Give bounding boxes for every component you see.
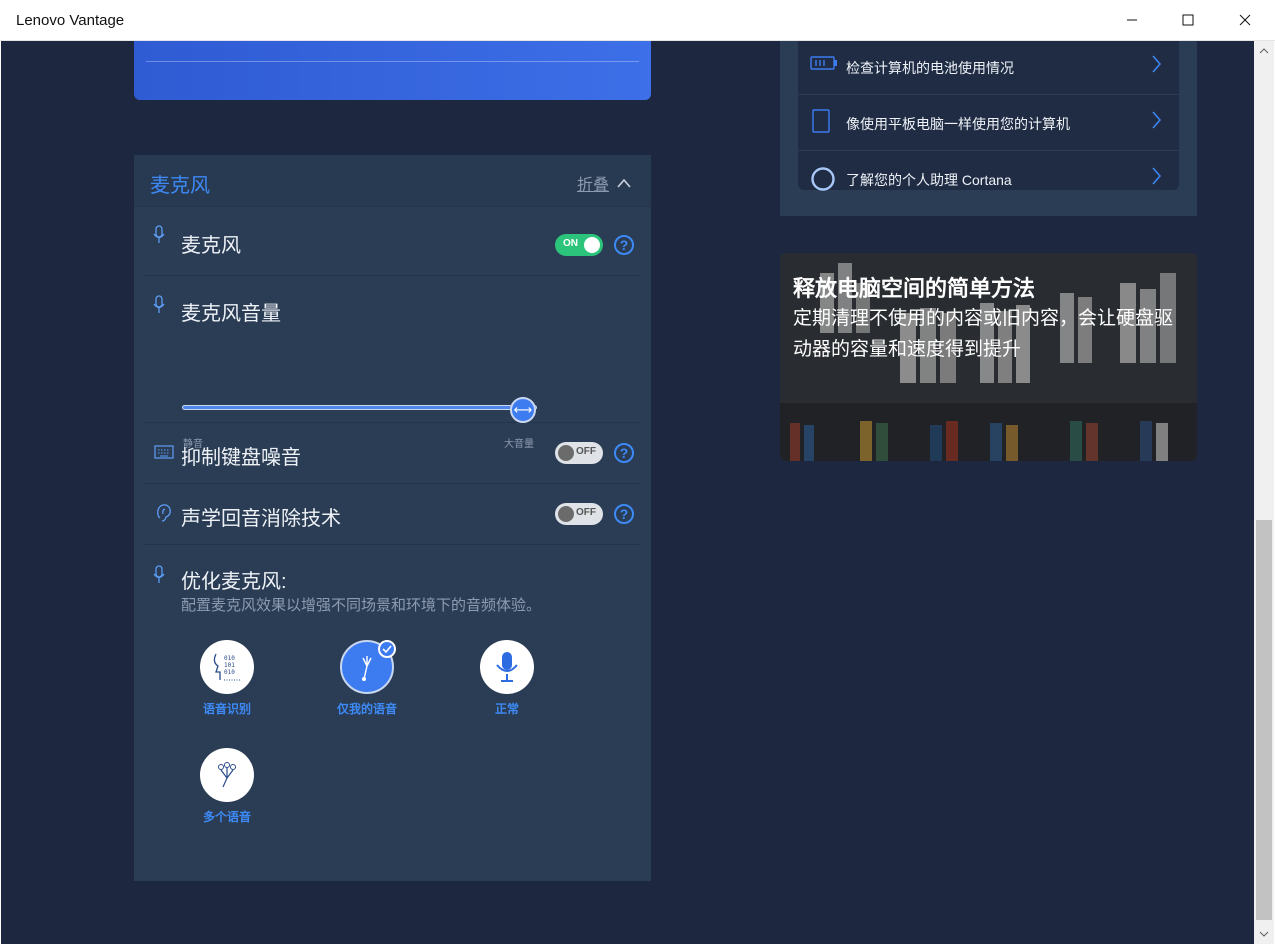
echo-cancel-label: 声学回音消除技术 [181,508,341,530]
close-icon [1239,14,1251,26]
option-label: 多个语音 [202,810,251,824]
quick-links-list: 检查计算机的电池使用情况 像使用平板电脑一样使用您的计算机 了解您的个人助理 C… [798,41,1179,191]
volume-slider-track[interactable] [182,405,537,410]
option-label: 语音识别 [202,702,251,716]
quick-link-cortana[interactable]: 了解您的个人助理 Cortana [798,151,1179,206]
option-label: 正常 [494,702,519,716]
toggle-state: ON [563,238,578,249]
microphone-panel: 麦克风 折叠 麦克风 ON ? 麦克风音量 ⟷ 静音 大音量 抑制键盘噪音 OF… [134,155,651,881]
keyboard-noise-toggle[interactable]: OFF [555,442,603,464]
microphone-icon [153,225,165,243]
cortana-icon [811,167,835,191]
quick-links-panel: 检查计算机的电池使用情况 像使用平板电脑一样使用您的计算机 了解您的个人助理 C… [780,41,1197,216]
keyboard-noise-help-icon[interactable]: ? [614,443,634,463]
option-speech-recognition[interactable]: 010 101 010 语音识别 [182,640,272,717]
window-title: Lenovo Vantage [16,12,125,29]
tablet-icon [812,109,830,133]
audio-summary-card [134,41,651,100]
keyboard-noise-label: 抑制键盘噪音 [181,447,301,469]
close-button[interactable] [1217,0,1273,40]
toggle-state: OFF [576,446,596,457]
quick-link-label: 了解您的个人助理 Cortana [846,172,1012,188]
microphone-panel-header: 麦克风 折叠 [134,155,651,207]
microphone-icon [153,295,165,313]
mic-toggle[interactable]: ON [555,234,603,256]
only-my-voice-icon [340,640,396,694]
option-normal[interactable]: 正常 [462,640,552,717]
mic-row: 麦克风 ON ? [144,207,641,276]
quick-link-battery[interactable]: 检查计算机的电池使用情况 [798,41,1179,95]
toggle-state: OFF [576,507,596,518]
echo-cancel-toggle[interactable]: OFF [555,503,603,525]
chevron-down-icon [1259,931,1269,937]
volume-slider-handle[interactable]: ⟷ [510,397,536,423]
option-label: 仅我的语音 [336,702,397,716]
toggle-knob [558,445,574,461]
scroll-down-button[interactable] [1254,924,1274,944]
speech-recognition-icon: 010 101 010 [200,640,254,694]
keyboard-noise-row: 抑制键盘噪音 OFF ? [144,423,641,484]
microphone-icon [153,565,165,583]
chevron-up-icon [1259,48,1269,54]
chevron-right-icon [1152,111,1161,129]
window-titlebar: Lenovo Vantage [0,0,1275,41]
toggle-knob [558,506,574,522]
collapse-label: 折叠 [576,177,609,194]
mic-help-icon[interactable]: ? [614,235,634,255]
app-content: 麦克风 折叠 麦克风 ON ? 麦克风音量 ⟷ 静音 大音量 抑制键盘噪音 OF… [1,41,1254,944]
quick-link-tablet[interactable]: 像使用平板电脑一样使用您的计算机 [798,95,1179,151]
svg-text:010: 010 [224,655,235,662]
chevron-right-icon [1152,167,1161,185]
quick-link-label: 检查计算机的电池使用情况 [846,60,1014,76]
maximize-icon [1182,14,1194,26]
quick-link-label: 像使用平板电脑一样使用您的计算机 [846,116,1070,132]
chevron-up-icon [617,178,631,188]
svg-text:010: 010 [224,669,235,676]
battery-icon [810,56,837,70]
keyboard-icon [154,445,174,459]
promo-desc: 定期清理不使用的内容或旧内容，会让硬盘驱动器的容量和速度得到提升 [793,308,1174,360]
toggle-knob [584,237,600,253]
card-divider [146,61,639,62]
optimize-title: 优化麦克风: [181,571,287,593]
optimize-desc: 配置麦克风效果以增强不同场景和环境下的音频体验。 [181,597,542,614]
chevron-right-icon [1152,55,1161,73]
collapse-button[interactable]: 折叠 [577,171,631,195]
ear-icon [157,504,171,522]
microphone-icon [480,640,534,694]
echo-cancel-help-icon[interactable]: ? [614,504,634,524]
option-multiple-voices[interactable]: 多个语音 [182,748,272,825]
panel-title: 麦克风 [150,175,210,197]
scrollbar-thumb[interactable] [1256,520,1272,920]
minimize-button[interactable] [1104,0,1160,40]
maximize-button[interactable] [1160,0,1216,40]
volume-label: 麦克风音量 [181,303,281,325]
promo-card[interactable]: 释放电脑空间的简单方法 定期清理不使用的内容或旧内容，会让硬盘驱动器的容量和速度… [780,253,1197,461]
option-only-my-voice[interactable]: 仅我的语音 [322,640,412,717]
vertical-scrollbar[interactable] [1254,41,1274,944]
svg-text:101: 101 [224,662,235,669]
scroll-up-button[interactable] [1254,41,1274,61]
selected-check-icon [378,640,396,658]
multiple-voices-icon [200,748,254,802]
echo-cancel-row: 声学回音消除技术 OFF ? [144,484,641,545]
minimize-icon [1127,19,1137,21]
mic-volume-row: 麦克风音量 [144,276,641,423]
promo-title: 释放电脑空间的简单方法 [793,276,1036,301]
mic-label: 麦克风 [181,235,241,257]
